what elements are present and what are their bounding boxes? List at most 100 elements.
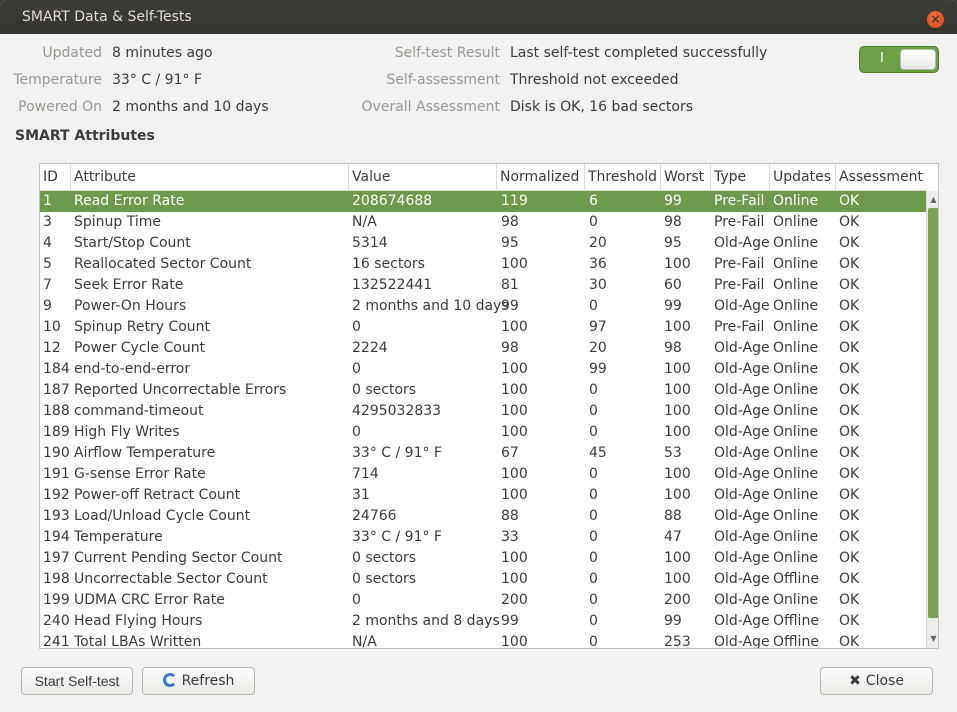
cell-value: 0 bbox=[352, 592, 361, 608]
cell-normalized: 100 bbox=[501, 487, 528, 503]
refresh-button[interactable]: Refresh bbox=[142, 667, 255, 695]
table-row[interactable]: 5 Reallocated Sector Count 16 sectors 100 36… bbox=[40, 254, 926, 275]
table-row[interactable]: 199 UDMA CRC Error Rate 0 200 0 200 Old-Age Onl… bbox=[40, 590, 926, 611]
table-row[interactable]: 192 Power-off Retract Count 31 100 0 100 Old-A… bbox=[40, 485, 926, 506]
table-row[interactable]: 189 High Fly Writes 0 100 0 100 Old-Age Online O… bbox=[40, 422, 926, 443]
cell-id: 194 bbox=[43, 529, 70, 545]
column-header-type[interactable]: Type bbox=[711, 164, 770, 191]
column-header-normalized[interactable]: Normalized bbox=[497, 164, 585, 191]
cell-threshold: 6 bbox=[589, 193, 598, 209]
table-row[interactable]: 240 Head Flying Hours 2 months and 8 days 9… bbox=[40, 611, 926, 632]
column-header-threshold[interactable]: Threshold bbox=[585, 164, 661, 191]
cell-updates: Online bbox=[773, 445, 819, 461]
cell-value: 2224 bbox=[352, 340, 388, 356]
selftest-result-value: Last self-test completed successfully bbox=[510, 45, 768, 61]
close-button[interactable]: ✖ Close bbox=[820, 667, 933, 695]
cell-assessment: OK bbox=[839, 256, 860, 272]
cell-worst: 100 bbox=[664, 319, 691, 335]
table-row[interactable]: 7 Seek Error Rate 132522441 81 30 60 Pre-Fail O… bbox=[40, 275, 926, 296]
cell-worst: 100 bbox=[664, 361, 691, 377]
self-assessment-value: Threshold not exceeded bbox=[510, 72, 679, 88]
cell-type: Pre-Fail bbox=[714, 193, 765, 209]
scroll-down-icon[interactable]: ▼ bbox=[927, 633, 938, 645]
cell-value: 0 sectors bbox=[352, 550, 417, 566]
table-row[interactable]: 194 Temperature 33° C / 91° F 33 0 47 Old-Age O… bbox=[40, 527, 926, 548]
window-title: SMART Data & Self-Tests bbox=[22, 9, 192, 25]
cell-updates: Online bbox=[773, 403, 819, 419]
cell-worst: 100 bbox=[664, 571, 691, 587]
start-selftest-button[interactable]: Start Self-test bbox=[21, 667, 133, 695]
table-scrollbar[interactable]: ▲ ▼ bbox=[926, 191, 938, 648]
table-row[interactable]: 241 Total LBAs Written N/A 100 0 253 Old-Age Of… bbox=[40, 632, 926, 649]
column-header-value[interactable]: Value bbox=[349, 164, 497, 191]
cell-normalized: 98 bbox=[501, 214, 519, 230]
table-row[interactable]: 197 Current Pending Sector Count 0 sectors… bbox=[40, 548, 926, 569]
cell-id: 191 bbox=[43, 466, 70, 482]
column-header-attribute[interactable]: Attribute bbox=[71, 164, 349, 191]
cell-value: 132522441 bbox=[352, 277, 433, 293]
cell-threshold: 0 bbox=[589, 592, 598, 608]
column-header-updates[interactable]: Updates bbox=[770, 164, 836, 191]
cell-assessment: OK bbox=[839, 613, 860, 629]
smart-enable-toggle[interactable]: I bbox=[859, 46, 939, 73]
cell-type: Old-Age bbox=[714, 361, 770, 377]
cell-updates: Online bbox=[773, 550, 819, 566]
cell-updates: Online bbox=[773, 592, 819, 608]
cell-type: Old-Age bbox=[714, 508, 770, 524]
cell-threshold: 20 bbox=[589, 340, 607, 356]
cell-value: 24766 bbox=[352, 508, 397, 524]
cell-id: 4 bbox=[43, 235, 52, 251]
powered-on-value: 2 months and 10 days bbox=[112, 99, 269, 115]
cell-assessment: OK bbox=[839, 340, 860, 356]
table-row[interactable]: 187 Reported Uncorrectable Errors 0 sector… bbox=[40, 380, 926, 401]
scrollbar-thumb[interactable] bbox=[928, 208, 938, 618]
cell-threshold: 30 bbox=[589, 277, 607, 293]
table-row[interactable]: 188 command-timeout 4295032833 100 0 100 Old-A… bbox=[40, 401, 926, 422]
cell-assessment: OK bbox=[839, 319, 860, 335]
cell-type: Old-Age bbox=[714, 529, 770, 545]
cell-worst: 100 bbox=[664, 466, 691, 482]
table-row[interactable]: 12 Power Cycle Count 2224 98 20 98 Old-Age Onli… bbox=[40, 338, 926, 359]
column-header-assessment[interactable]: Assessment bbox=[836, 164, 926, 191]
titlebar: SMART Data & Self-Tests × bbox=[0, 0, 957, 34]
cell-value: N/A bbox=[352, 634, 377, 649]
table-row[interactable]: 1 Read Error Rate 208674688 119 6 99 Pre-Fail O… bbox=[40, 191, 926, 212]
temperature-value: 33° C / 91° F bbox=[112, 72, 202, 88]
cell-value: 0 bbox=[352, 361, 361, 377]
column-header-worst[interactable]: Worst bbox=[661, 164, 711, 191]
cell-type: Old-Age bbox=[714, 298, 770, 314]
table-row[interactable]: 184 end-to-end-error 0 100 99 100 Old-Age Onlin… bbox=[40, 359, 926, 380]
table-row[interactable]: 198 Uncorrectable Sector Count 0 sectors 10… bbox=[40, 569, 926, 590]
cell-attribute: Seek Error Rate bbox=[74, 277, 184, 293]
table-row[interactable]: 10 Spinup Retry Count 0 100 97 100 Pre-Fail Onl… bbox=[40, 317, 926, 338]
cell-normalized: 100 bbox=[501, 256, 528, 272]
cell-normalized: 99 bbox=[501, 613, 519, 629]
cell-updates: Offline bbox=[773, 634, 819, 649]
cell-value: 33° C / 91° F bbox=[352, 529, 442, 545]
table-row[interactable]: 4 Start/Stop Count 5314 95 20 95 Old-Age Online… bbox=[40, 233, 926, 254]
cell-id: 189 bbox=[43, 424, 70, 440]
table-row[interactable]: 193 Load/Unload Cycle Count 24766 88 0 88 Old-… bbox=[40, 506, 926, 527]
cell-assessment: OK bbox=[839, 529, 860, 545]
cell-worst: 47 bbox=[664, 529, 682, 545]
cell-worst: 100 bbox=[664, 487, 691, 503]
scroll-up-icon[interactable]: ▲ bbox=[927, 194, 938, 206]
table-row[interactable]: 9 Power-On Hours 2 months and 10 days 99 0 99… bbox=[40, 296, 926, 317]
cell-assessment: OK bbox=[839, 571, 860, 587]
toggle-knob[interactable] bbox=[900, 49, 936, 70]
window-close-icon[interactable]: × bbox=[927, 11, 944, 28]
cell-attribute: Reported Uncorrectable Errors bbox=[74, 382, 287, 398]
cell-value: 0 sectors bbox=[352, 571, 417, 587]
cell-worst: 95 bbox=[664, 235, 682, 251]
cell-attribute: Uncorrectable Sector Count bbox=[74, 571, 268, 587]
cell-normalized: 100 bbox=[501, 466, 528, 482]
cell-assessment: OK bbox=[839, 361, 860, 377]
cell-value: 2 months and 10 days bbox=[352, 298, 509, 314]
table-row[interactable]: 190 Airflow Temperature 33° C / 91° F 67 45 5… bbox=[40, 443, 926, 464]
cell-threshold: 0 bbox=[589, 403, 598, 419]
table-row[interactable]: 3 Spinup Time N/A 98 0 98 Pre-Fail Online OK bbox=[40, 212, 926, 233]
cell-attribute: Power Cycle Count bbox=[74, 340, 206, 356]
table-row[interactable]: 191 G-sense Error Rate 714 100 0 100 Old-Age On… bbox=[40, 464, 926, 485]
column-header-id[interactable]: ID bbox=[40, 164, 71, 191]
cell-threshold: 45 bbox=[589, 445, 607, 461]
